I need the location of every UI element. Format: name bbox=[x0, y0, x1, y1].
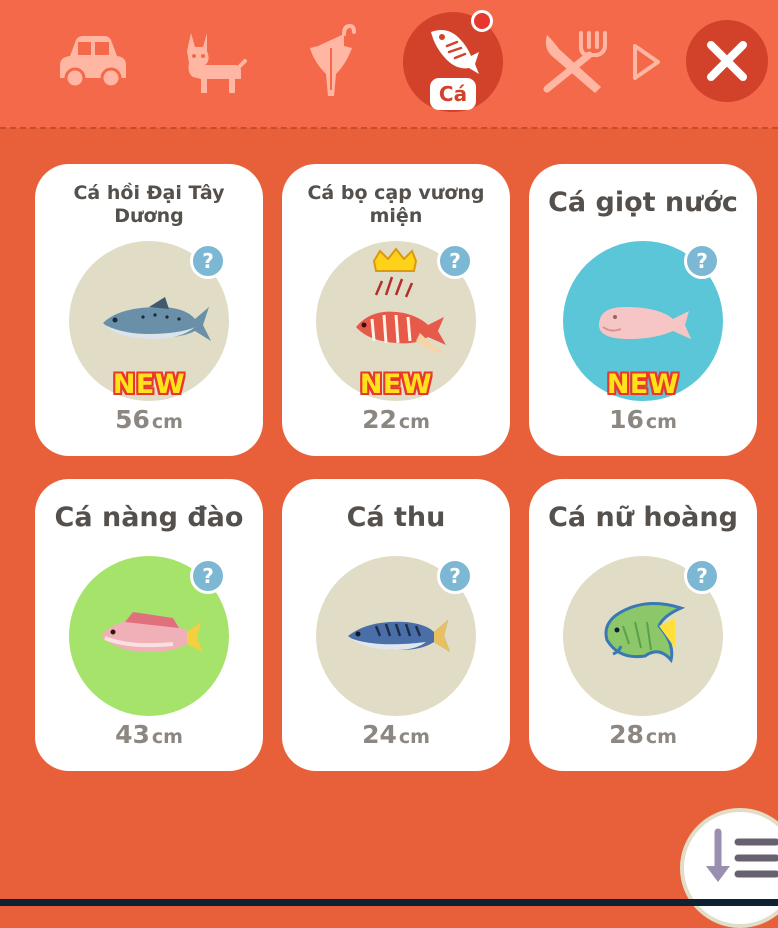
fish-size: 28 cm bbox=[609, 720, 677, 749]
dog-icon bbox=[187, 33, 247, 93]
fish-size: 22 cm bbox=[362, 405, 430, 434]
fish-size: 43 cm bbox=[115, 720, 183, 749]
close-button[interactable] bbox=[686, 20, 768, 102]
question-icon[interactable]: ? bbox=[190, 243, 226, 279]
notification-dot bbox=[471, 10, 493, 32]
fish-size: 24 cm bbox=[362, 720, 430, 749]
new-badge: NEW bbox=[606, 369, 680, 400]
fish-card[interactable]: Cá nàng đào ? 43 cm bbox=[35, 479, 263, 771]
fish-card[interactable]: Cá thu ? 24 cm bbox=[282, 479, 510, 771]
tab-fish-label: Cá bbox=[430, 78, 476, 110]
play-arrow-icon bbox=[633, 44, 660, 80]
tab-dog[interactable] bbox=[172, 22, 252, 102]
fish-icon bbox=[431, 30, 479, 74]
question-icon[interactable]: ? bbox=[190, 558, 226, 594]
fish-name: Cá thu bbox=[346, 502, 446, 533]
question-icon[interactable]: ? bbox=[684, 558, 720, 594]
fish-name: Cá nàng đào bbox=[54, 502, 244, 533]
fish-card[interactable]: Cá bọ cạp vương miện ? NEW 22 cm bbox=[282, 164, 510, 456]
fish-name: Cá hồi Đại Tây Dương bbox=[73, 182, 225, 227]
fish-name: Cá nữ hoàng bbox=[548, 502, 738, 533]
new-badge: NEW bbox=[112, 369, 186, 400]
sort-descending-icon bbox=[706, 828, 778, 882]
tab-umbrella[interactable] bbox=[291, 22, 371, 102]
question-icon[interactable]: ? bbox=[437, 558, 473, 594]
fish-size: 16 cm bbox=[609, 405, 677, 434]
fish-name: Cá giọt nước bbox=[548, 187, 738, 218]
new-badge: NEW bbox=[359, 369, 433, 400]
close-icon bbox=[707, 41, 747, 81]
sort-button[interactable] bbox=[680, 808, 778, 928]
fish-size: 56 cm bbox=[115, 405, 183, 434]
tab-next-arrow[interactable] bbox=[616, 22, 676, 102]
tab-car[interactable] bbox=[53, 22, 133, 102]
fork-knife-icon bbox=[543, 31, 607, 93]
tab-food[interactable] bbox=[532, 22, 612, 102]
fish-card[interactable]: Cá nữ hoàng ? 28 cm bbox=[529, 479, 757, 771]
car-icon bbox=[60, 36, 126, 89]
tab-bar-divider bbox=[0, 127, 778, 129]
fish-name: Cá bọ cạp vương miện bbox=[307, 182, 485, 227]
question-icon[interactable]: ? bbox=[437, 243, 473, 279]
question-icon[interactable]: ? bbox=[684, 243, 720, 279]
fish-card[interactable]: Cá giọt nước ? NEW 16 cm bbox=[529, 164, 757, 456]
bottom-edge bbox=[0, 899, 778, 906]
umbrella-icon bbox=[310, 24, 356, 96]
fish-card[interactable]: Cá hồi Đại Tây Dương ? NEW 56 cm bbox=[35, 164, 263, 456]
